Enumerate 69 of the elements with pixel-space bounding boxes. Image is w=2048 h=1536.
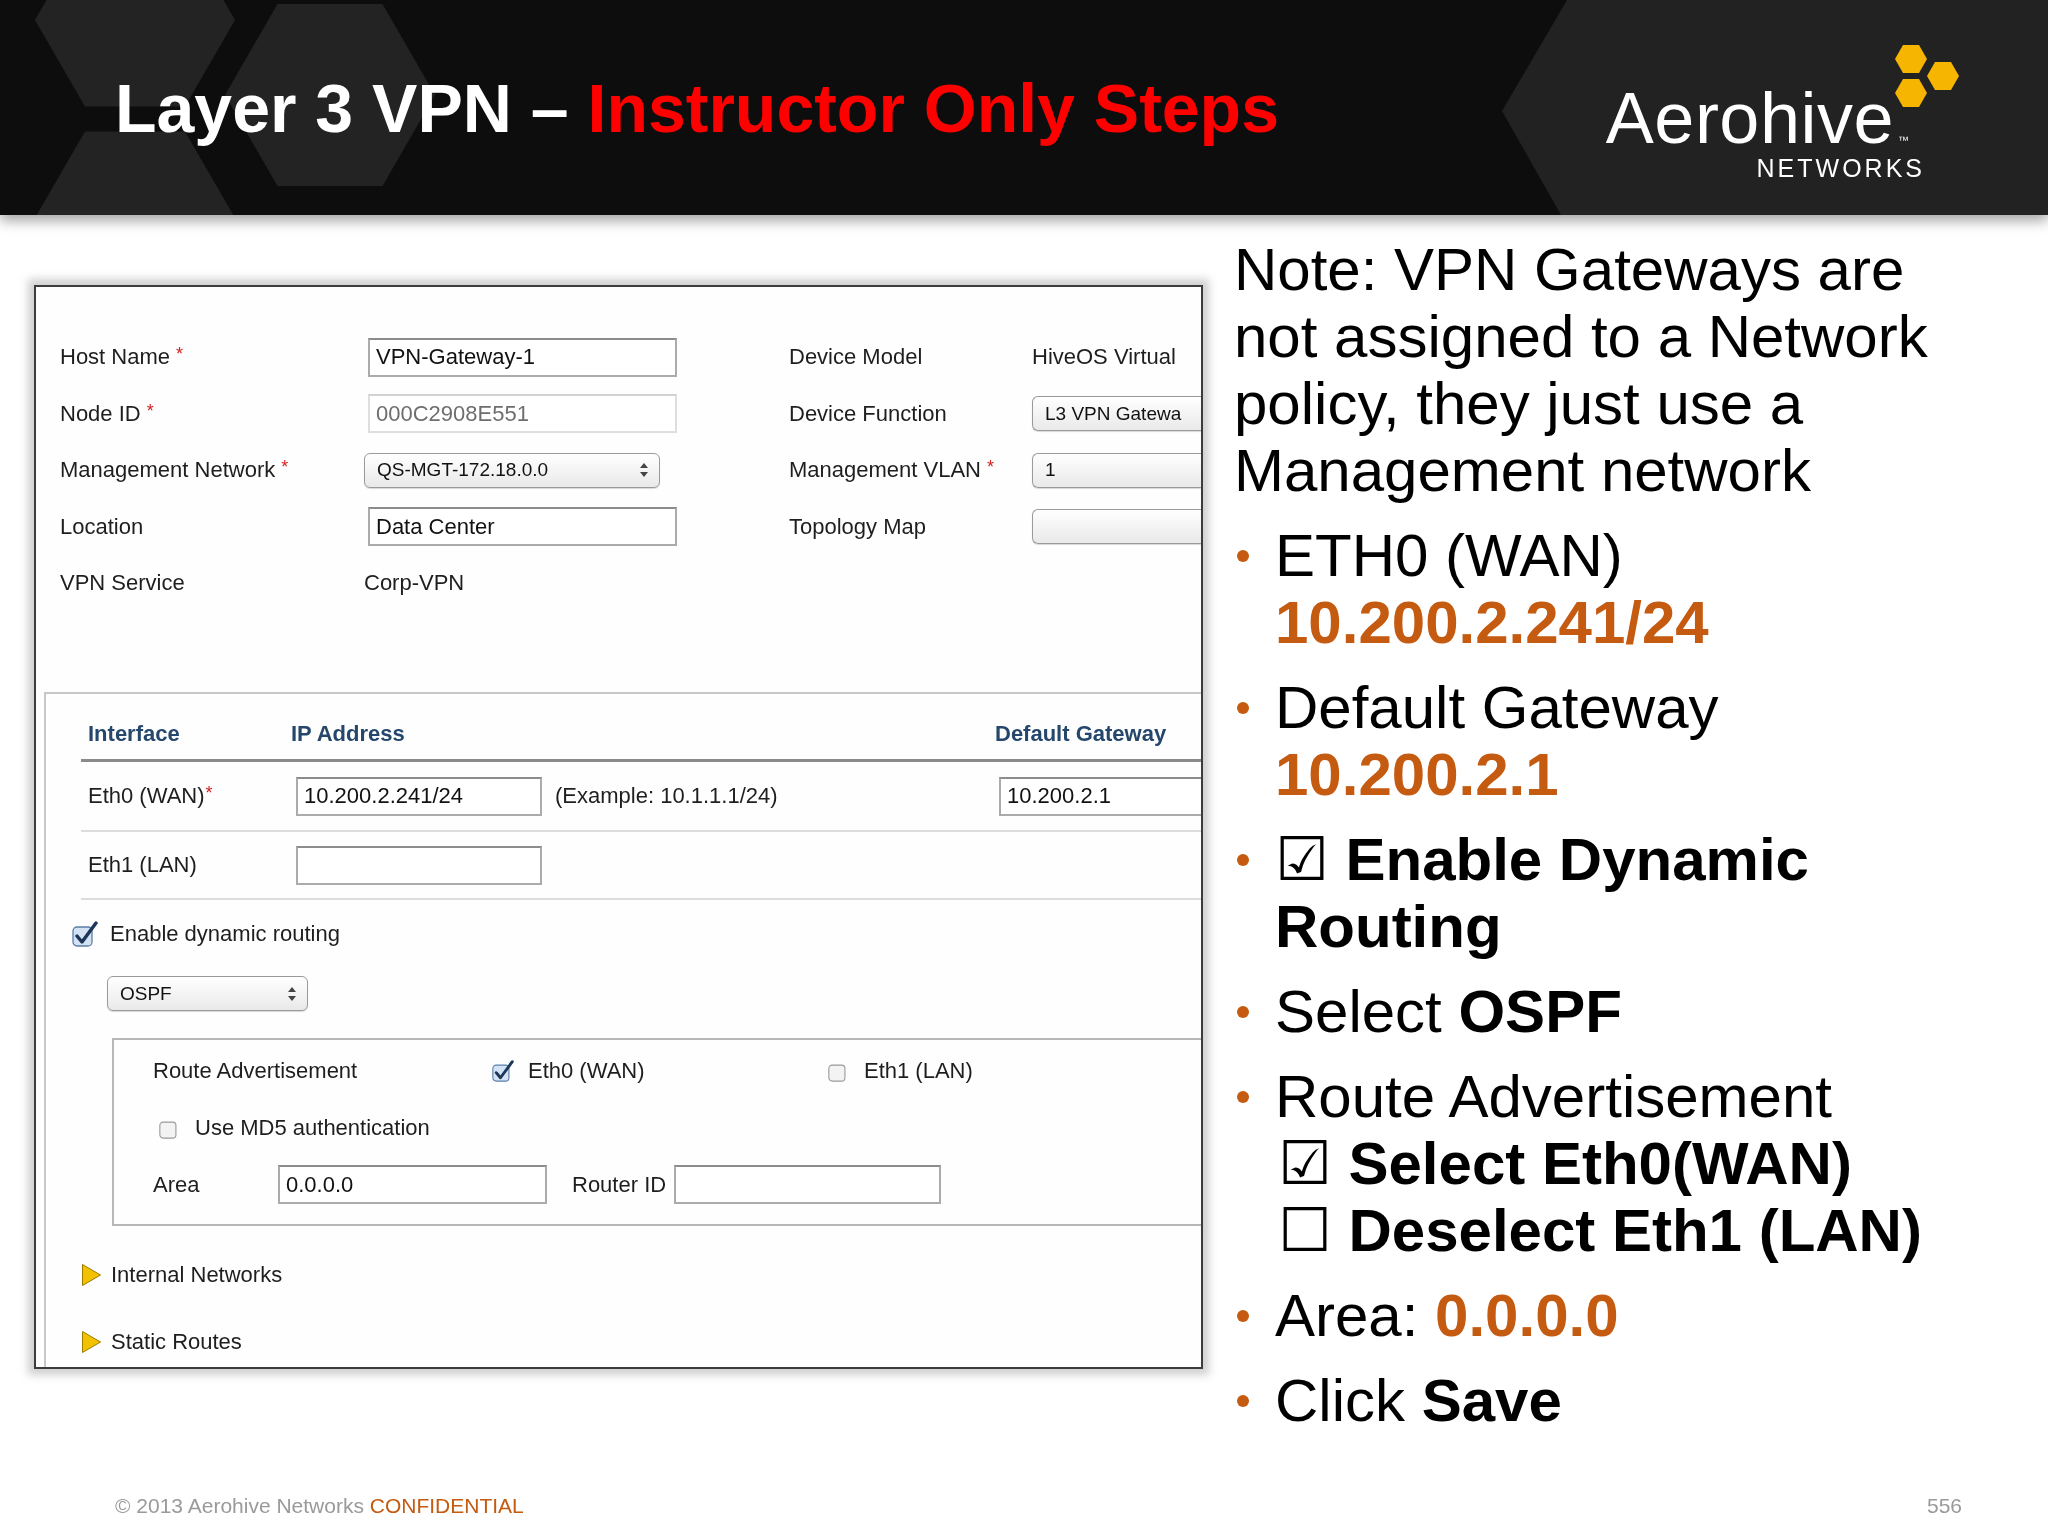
- interface-label: Eth0 (WAN)*: [88, 783, 214, 809]
- checkbox[interactable]: [72, 920, 98, 947]
- bullet-icon: [1237, 1310, 1249, 1322]
- bullet-text: Route Advertisement: [1275, 1063, 1833, 1130]
- bullet-icon: [1237, 550, 1249, 562]
- area-field[interactable]: 0.0.0.0: [278, 1165, 547, 1205]
- field-label: Area: [153, 1171, 201, 1198]
- section-label[interactable]: Internal Networks: [111, 1262, 283, 1288]
- note-text: Note: VPN Gateways are not assigned to a Network policy, they just use a Management network: [1234, 236, 1929, 504]
- bullet-text: Default Gateway: [1275, 674, 1719, 741]
- field-value: HiveOS Virtual: [1032, 344, 1176, 371]
- dropdown[interactable]: QS-MGT-172.18.0.0: [364, 452, 660, 488]
- highlight-value: 10.200.2.241/24: [1275, 589, 1709, 656]
- checkbox-label: Use MD5 authentication: [195, 1114, 430, 1141]
- bullet-text: ☑ Enable Dynamic Routing: [1275, 826, 1810, 960]
- trademark-sign: ™: [1898, 135, 1909, 146]
- bullet-text: Click Save: [1275, 1367, 1562, 1434]
- text-field[interactable]: Data Center: [368, 507, 677, 547]
- bullet-text: Select OSPF: [1275, 978, 1622, 1045]
- updown-arrows-icon: [639, 462, 649, 479]
- sub-item-text: ☐ Deselect Eth1 (LAN): [1277, 1197, 1922, 1264]
- dropdown[interactable]: OSPF: [107, 976, 308, 1012]
- footer-text: © 2013 Aerohive Networks CONFIDENTIAL: [115, 1494, 524, 1518]
- bullet-text: ETH0 (WAN): [1275, 522, 1624, 589]
- bullet-icon: [1237, 702, 1249, 714]
- field-label: Management VLAN *: [789, 457, 995, 484]
- disclosure-triangle-icon[interactable]: [81, 1330, 102, 1354]
- checkbox-label: Enable dynamic routing: [110, 920, 340, 947]
- logo-subtitle: NETWORKS: [1756, 156, 1925, 181]
- slide-title: Layer 3 VPN – Instructor Only Steps: [115, 68, 1279, 147]
- bullet-icon: [1237, 854, 1249, 866]
- bullet-icon: [1237, 1091, 1249, 1103]
- dropdown[interactable]: 1: [1032, 452, 1201, 488]
- page-number: 556: [1926, 1494, 1962, 1518]
- disclosure-triangle-icon[interactable]: [81, 1263, 102, 1287]
- column-header: Interface: [88, 721, 181, 747]
- dropdown[interactable]: L3 VPN Gatewa: [1032, 396, 1201, 432]
- bullet-icon: [1237, 1395, 1249, 1407]
- checkbox-label: Eth1 (LAN): [864, 1057, 973, 1084]
- field-label: Device Function: [789, 400, 948, 427]
- checkbox[interactable]: [492, 1059, 514, 1082]
- column-header: IP Address: [291, 721, 406, 747]
- sub-item-text: ☑ Select Eth0(WAN): [1277, 1130, 1853, 1197]
- field-label: Management Network *: [60, 457, 290, 484]
- field-label: Device Model: [789, 344, 924, 371]
- router-id-field[interactable]: [674, 1165, 941, 1205]
- field-label: Node ID *: [60, 400, 155, 427]
- column-header: Default Gateway: [995, 721, 1168, 747]
- field-value: Corp-VPN: [364, 570, 465, 597]
- section-label[interactable]: Static Routes: [111, 1329, 242, 1355]
- field-label: Location: [60, 513, 145, 540]
- field-label: VPN Service: [60, 570, 186, 597]
- field-label: Host Name *: [60, 344, 185, 371]
- field-label: Router ID: [572, 1171, 668, 1198]
- text-field[interactable]: VPN-Gateway-1: [368, 337, 677, 377]
- ip-address-field[interactable]: 10.200.2.241/24: [296, 776, 542, 816]
- checkbox-label: Eth0 (WAN): [528, 1057, 645, 1084]
- bullet-text: Area: 0.0.0.0: [1275, 1282, 1619, 1349]
- updown-arrows-icon: [287, 985, 297, 1002]
- hint-text: (Example: 10.1.1.1/24): [554, 783, 779, 809]
- logo-wordmark: Aerohive: [1605, 82, 1894, 154]
- interface-label: Eth1 (LAN): [88, 852, 198, 878]
- field-label: Topology Map: [789, 513, 927, 540]
- gateway-field[interactable]: 10.200.2.1: [999, 776, 1201, 816]
- highlight-value: 10.200.2.1: [1275, 741, 1560, 808]
- bullet-icon: [1237, 1006, 1249, 1018]
- ip-address-field[interactable]: [296, 845, 542, 885]
- dropdown[interactable]: [1032, 509, 1201, 545]
- field-label: Route Advertisement: [153, 1057, 359, 1084]
